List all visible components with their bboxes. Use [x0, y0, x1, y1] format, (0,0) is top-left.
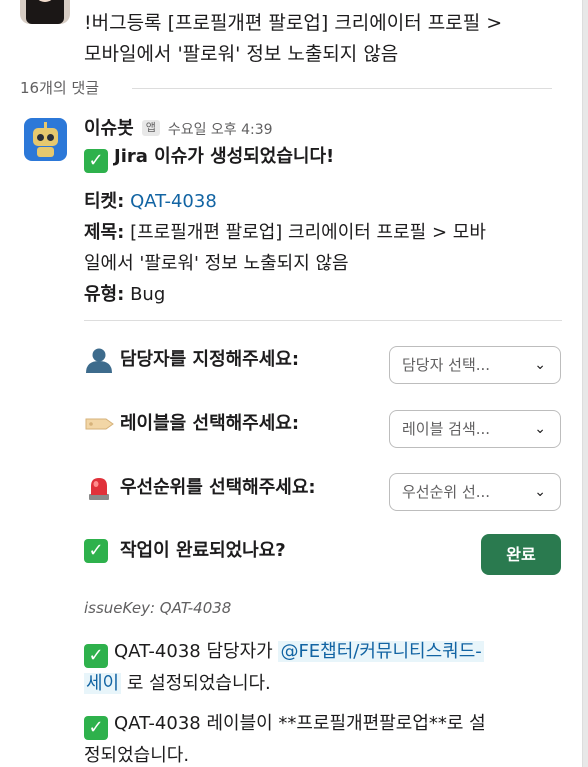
label-result-line-1: QAT-4038 레이블이 **프로필개편팔로업**로 설 [114, 713, 486, 734]
assignee-select[interactable]: 담당자 선택... ⌄ [389, 346, 561, 384]
complete-button[interactable]: 완료 [481, 534, 561, 575]
ticket-link[interactable]: QAT-4038 [130, 191, 217, 212]
bust-in-silhouette-icon [84, 347, 114, 373]
app-badge: 앱 [141, 120, 160, 136]
bot-avatar[interactable] [24, 118, 67, 161]
parent-message-text: !버그등록 [프로필개편 팔로업] 크리에이터 프로필 > 모바일에서 '팔로워… [84, 8, 554, 70]
user-mention-continued[interactable]: 세이 [84, 673, 122, 694]
chevron-down-icon: ⌄ [534, 421, 546, 437]
label-row-label: 레이블을 선택해주세요: [84, 411, 299, 437]
complete-question: 작업이 완료되었나요? [120, 540, 286, 561]
timestamp[interactable]: 수요일 오후 4:39 [168, 119, 273, 139]
check-icon: ✓ [84, 539, 108, 563]
label-select[interactable]: 레이블 검색... ⌄ [389, 410, 561, 448]
assignee-result: ✓ QAT-4038 담당자가 @FE챕터/커뮤니티스쿼드- 세이 로 설정되었습… [84, 636, 562, 700]
assignee-result-prefix: QAT-4038 담당자가 [114, 641, 273, 662]
scrollbar-thumb[interactable] [582, 0, 588, 767]
label-select-placeholder: 레이블 검색... [402, 420, 491, 438]
priority-select-placeholder: 우선순위 선... [402, 483, 491, 501]
reply-count: 16개의 댓글 [20, 79, 100, 97]
user-mention[interactable]: @FE챕터/커뮤니티스쿼드- [278, 641, 484, 662]
subject-row: 제목: [프로필개편 팔로업] 크리에이터 프로필 > 모바 [84, 217, 554, 248]
assignee-row-label: 담당자를 지정해주세요: [84, 347, 299, 373]
message-title-text: Jira 이슈가 생성되었습니다! [114, 146, 335, 167]
label-label: 레이블을 선택해주세요: [120, 413, 300, 434]
reply-divider [132, 88, 552, 89]
chevron-down-icon: ⌄ [534, 357, 546, 373]
priority-row-label: 우선순위를 선택해주세요: [84, 475, 316, 501]
section-divider [84, 320, 562, 321]
complete-row-label: ✓ 작업이 완료되었나요? [84, 538, 286, 564]
assignee-result-suffix: 로 설정되었습니다. [126, 673, 271, 694]
parent-text-line-2: 모바일에서 '팔로워' 정보 노출되지 않음 [84, 43, 399, 65]
check-icon: ✓ [84, 716, 108, 740]
rotating-light-icon [84, 475, 114, 501]
message-header: 이슈봇 앱 수요일 오후 4:39 [84, 114, 273, 140]
label-tag-icon [84, 411, 114, 437]
check-icon: ✓ [84, 644, 108, 668]
issue-key-text: issueKey: QAT-4038 [84, 599, 232, 617]
sender-name[interactable]: 이슈봇 [84, 114, 134, 140]
issue-fields: 티켓: QAT-4038 제목: [프로필개편 팔로업] 크리에이터 프로필 >… [84, 186, 554, 310]
assignee-select-placeholder: 담당자 선택... [402, 356, 491, 374]
priority-select[interactable]: 우선순위 선... ⌄ [389, 473, 561, 511]
ticket-row: 티켓: QAT-4038 [84, 186, 554, 217]
ticket-label: 티켓: [84, 191, 125, 212]
priority-label: 우선순위를 선택해주세요: [120, 477, 316, 498]
chevron-down-icon: ⌄ [534, 484, 546, 500]
label-result-line-2: 정되었습니다. [84, 745, 190, 766]
label-result: ✓ QAT-4038 레이블이 **프로필개편팔로업**로 설 정되었습니다. [84, 708, 562, 767]
type-label: 유형: [84, 284, 125, 305]
subject-text-line-1: [프로필개편 팔로업] 크리에이터 프로필 > 모바 [130, 222, 486, 243]
subject-text-line-2: 일에서 '팔로워' 정보 노출되지 않음 [84, 253, 349, 274]
check-icon: ✓ [84, 149, 108, 173]
parent-text-line-1: !버그등록 [프로필개편 팔로업] 크리에이터 프로필 > [84, 12, 503, 34]
parent-avatar[interactable] [20, 0, 70, 24]
assignee-label: 담당자를 지정해주세요: [120, 349, 300, 370]
type-value: Bug [130, 284, 166, 305]
type-row: 유형: Bug [84, 279, 554, 310]
scrollbar[interactable] [582, 0, 588, 767]
message-title: ✓ Jira 이슈가 생성되었습니다! [84, 144, 334, 173]
subject-label: 제목: [84, 222, 125, 243]
